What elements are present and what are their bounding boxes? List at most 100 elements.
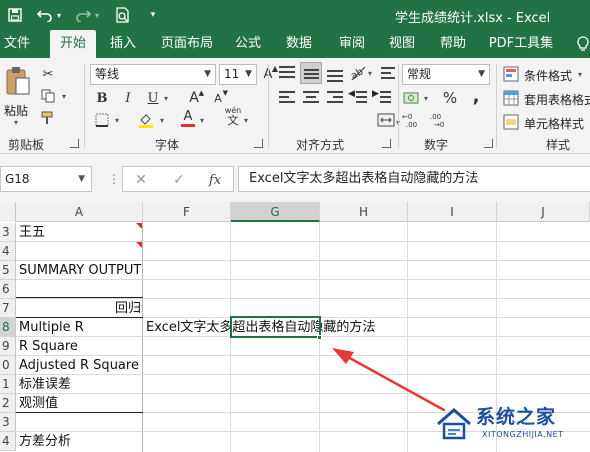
confirm-entry-icon[interactable]: ✓	[169, 170, 189, 190]
column-header-h[interactable]: H	[320, 202, 408, 222]
paste-icon[interactable]	[4, 66, 32, 96]
row-header[interactable]: 1	[0, 375, 16, 394]
wrap-text-icon[interactable]	[378, 62, 400, 84]
column-header-g[interactable]: G	[231, 202, 320, 222]
tab-formulas[interactable]: 公式	[232, 30, 264, 58]
cell-a3[interactable]: 王五	[19, 223, 45, 242]
row-header[interactable]: 0	[0, 356, 16, 375]
format-as-table-button[interactable]: 套用表格格式	[524, 91, 590, 108]
increase-decimal-icon[interactable]: ←0.00	[402, 110, 426, 130]
borders-icon[interactable]	[92, 110, 112, 130]
redo-dropdown-icon[interactable]: ▾	[92, 6, 102, 24]
formula-input[interactable]: Excel文字太多超出表格自动隐藏的方法	[238, 166, 590, 192]
decrease-decimal-icon[interactable]: .00 →0	[430, 110, 454, 130]
name-box[interactable]: G18 ▼	[0, 166, 92, 192]
phonetic-dropdown-icon[interactable]: ▾	[244, 116, 248, 125]
cell-a8[interactable]: Multiple R	[19, 318, 84, 337]
merge-center-icon[interactable]	[376, 110, 398, 132]
cell-a7[interactable]: 回归统	[19, 299, 142, 318]
tab-pdf-tools[interactable]: PDF工具集	[488, 30, 554, 58]
tab-review[interactable]: 审阅	[336, 30, 368, 58]
row-header[interactable]: 7	[0, 299, 16, 318]
tab-insert[interactable]: 插入	[106, 30, 140, 58]
font-size-combo[interactable]: 11 ▼	[219, 64, 257, 85]
format-painter-icon[interactable]	[38, 108, 58, 128]
cell-a9[interactable]: R Square	[19, 337, 78, 356]
column-header-i[interactable]: I	[408, 202, 497, 222]
row-header[interactable]: 5	[0, 261, 16, 280]
tab-home[interactable]: 开始	[50, 30, 96, 58]
font-launcher-icon[interactable]	[254, 139, 263, 148]
format-as-table-icon[interactable]	[502, 88, 520, 108]
fill-color-icon[interactable]	[136, 110, 156, 130]
number-format-combo[interactable]: 常规 ▼	[402, 64, 490, 85]
tab-page-layout[interactable]: 页面布局	[158, 30, 216, 58]
italic-button[interactable]: I	[118, 88, 138, 108]
copy-icon[interactable]	[38, 86, 58, 106]
row-header-selected[interactable]: 8	[0, 318, 16, 337]
column-header-f[interactable]: F	[143, 202, 231, 222]
align-middle-icon[interactable]	[300, 62, 322, 84]
tab-help[interactable]: 帮助	[437, 30, 469, 58]
conditional-format-dropdown-icon[interactable]: ▾	[578, 70, 582, 79]
row-header[interactable]: 3	[0, 413, 16, 432]
paste-button-label[interactable]: 粘贴	[4, 102, 28, 119]
row-header[interactable]: 4	[0, 432, 16, 451]
align-center-icon[interactable]	[300, 86, 322, 108]
copy-dropdown-icon[interactable]: ▾	[62, 92, 66, 101]
active-cell-g8[interactable]	[230, 316, 321, 338]
cell-a10[interactable]: Adjusted R Square	[19, 356, 139, 375]
row-header[interactable]: 9	[0, 337, 16, 356]
more-options-icon[interactable]: ⋮	[104, 169, 124, 189]
align-top-icon[interactable]	[276, 62, 298, 84]
cell-a5[interactable]: SUMMARY OUTPUT	[19, 261, 142, 280]
insert-function-icon[interactable]: fx	[205, 170, 225, 190]
underline-dropdown-icon[interactable]: ▾	[164, 94, 168, 103]
column-header-j[interactable]: J	[497, 202, 590, 222]
row-header[interactable]: 6	[0, 280, 16, 299]
row-header[interactable]: 4	[0, 242, 16, 261]
conditional-format-button[interactable]: 条件格式	[524, 67, 572, 84]
increase-indent-icon[interactable]: ▶	[372, 86, 394, 108]
font-name-combo[interactable]: 等线 ▼	[90, 64, 216, 85]
underline-button[interactable]: U	[143, 88, 163, 108]
grow-font-a-icon[interactable]: A ▲	[184, 88, 204, 108]
phonetic-guide-icon[interactable]: wén 文	[222, 106, 244, 127]
tab-file[interactable]: 文件	[2, 30, 32, 58]
align-left-icon[interactable]	[276, 86, 298, 108]
fill-handle[interactable]	[317, 335, 322, 340]
bold-button[interactable]: B	[92, 88, 112, 108]
alignment-launcher-icon[interactable]	[382, 139, 391, 148]
print-preview-icon[interactable]	[114, 6, 132, 24]
customize-icon[interactable]: ▾	[144, 6, 162, 24]
row-header[interactable]: 2	[0, 394, 16, 413]
comma-style-button[interactable]: ,	[466, 86, 486, 107]
cell-a11[interactable]: 标准误差	[19, 375, 71, 394]
currency-dropdown-icon[interactable]: ▾	[424, 94, 428, 103]
cell-styles-icon[interactable]	[502, 112, 520, 132]
tab-data[interactable]: 数据	[283, 30, 315, 58]
conditional-format-icon[interactable]	[502, 64, 520, 84]
clipboard-launcher-icon[interactable]	[70, 139, 79, 148]
paste-dropdown-icon[interactable]: ▾	[14, 118, 18, 127]
cut-icon[interactable]: ✂	[38, 64, 58, 84]
cancel-entry-icon[interactable]: ✕	[131, 170, 151, 190]
redo-icon[interactable]	[74, 6, 92, 24]
cell-a14[interactable]: 方差分析	[19, 432, 71, 451]
save-icon[interactable]	[6, 6, 24, 24]
fill-color-dropdown-icon[interactable]: ▾	[160, 116, 164, 125]
percent-style-button[interactable]: %	[440, 88, 460, 108]
font-color-dropdown-icon[interactable]: ▾	[200, 116, 204, 125]
font-color-icon[interactable]: A	[178, 108, 198, 128]
column-header-a[interactable]: A	[16, 202, 143, 222]
number-launcher-icon[interactable]	[484, 139, 493, 148]
select-all-corner[interactable]	[0, 202, 16, 222]
borders-dropdown-icon[interactable]: ▾	[115, 116, 119, 125]
align-bottom-icon[interactable]	[324, 62, 346, 84]
orientation-dropdown-icon[interactable]: ▾	[368, 69, 372, 78]
cell-styles-button[interactable]: 单元格样式	[524, 115, 584, 132]
currency-format-icon[interactable]	[402, 88, 422, 108]
lightbulb-icon[interactable]	[574, 35, 590, 53]
cell-a12[interactable]: 观测值	[19, 394, 58, 413]
undo-icon[interactable]	[36, 6, 54, 24]
